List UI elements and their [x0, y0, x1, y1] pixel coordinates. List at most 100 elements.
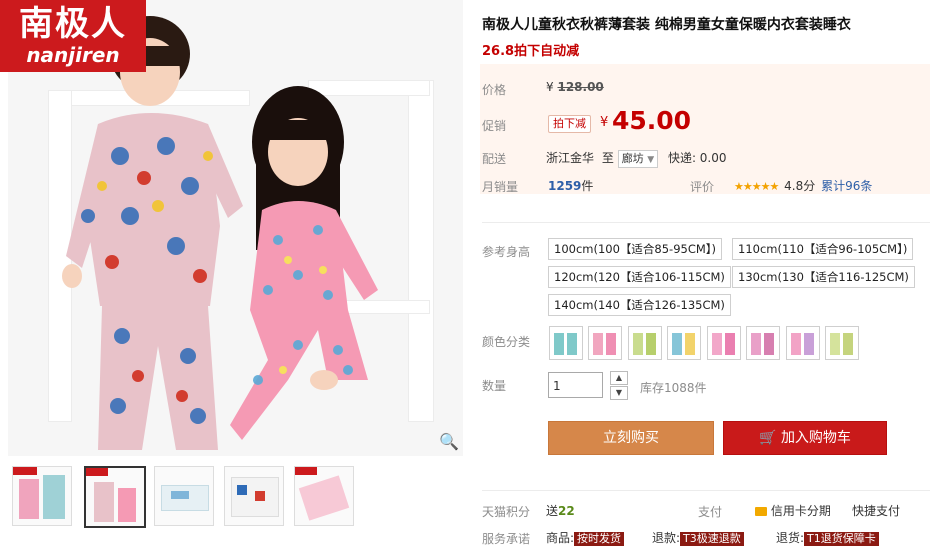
cart-icon: 🛒	[759, 430, 777, 446]
buy-now-button[interactable]: 立刻购买	[548, 421, 714, 455]
service-shipping-prefix: 商品:	[546, 531, 575, 545]
rating-stars-icon: ★★★★★	[734, 180, 779, 193]
service-badge: T3极速退款	[680, 532, 744, 546]
thumbnail-shape	[13, 467, 37, 475]
color-label: 颜色分类	[482, 335, 531, 349]
swatch-top	[751, 333, 761, 355]
swatch-bottom	[606, 333, 616, 355]
review-count-link[interactable]: 累计96条	[821, 179, 872, 193]
original-price: ¥ 128.00	[546, 80, 604, 94]
thumbnail[interactable]	[224, 466, 284, 526]
color-swatch[interactable]	[588, 326, 622, 360]
swatch-bottom	[725, 333, 735, 355]
service-label: 服务承诺	[482, 532, 531, 546]
size-option-130[interactable]: 130cm(130【适合116-125CM)	[732, 266, 915, 288]
promo-tag: 拍下减	[548, 115, 591, 133]
thumbnail-shape	[86, 468, 108, 476]
ship-from: 浙江金华	[546, 151, 595, 165]
swatch-bottom	[685, 333, 695, 355]
size-option-120[interactable]: 120cm(120【适合106-115CM)	[548, 266, 731, 288]
service-return: 退货: T1退货保障卡	[776, 529, 879, 546]
thumbnail-shape	[94, 482, 114, 522]
color-swatch[interactable]	[786, 326, 820, 360]
divider	[482, 490, 930, 491]
promo-label: 促销	[482, 119, 507, 133]
quantity-up-icon[interactable]: ▲	[610, 371, 628, 385]
swatch-bottom	[567, 333, 577, 355]
size-label: 参考身高	[482, 245, 531, 259]
quantity-down-icon[interactable]: ▼	[610, 386, 628, 400]
product-info: 南极人儿童秋衣秋裤薄套装 纯棉男童女童保暖内衣套装睡衣 26.8拍下自动减 价格…	[480, 0, 930, 552]
swatch-top	[593, 333, 603, 355]
size-option-110[interactable]: 110cm(110【适合96-105CM】)	[732, 238, 914, 260]
thumbnail[interactable]	[294, 466, 354, 526]
thumbnail-shape	[43, 475, 65, 519]
ship-to-word: 至	[601, 151, 614, 165]
product-title: 南极人儿童秋衣秋裤薄套装 纯棉男童女童保暖内衣套装睡衣	[482, 17, 851, 33]
product-gallery: 🔍 南极人 nanjiren	[0, 0, 465, 552]
swatch-top	[791, 333, 801, 355]
service-shipping: 商品: 按时发货	[546, 529, 625, 546]
rating-score: 4.8分	[784, 179, 816, 193]
monthly-sales: 1259件	[548, 177, 593, 194]
shipping-label: 配送	[482, 152, 507, 166]
size-option-140[interactable]: 140cm(140【适合126-135CM)	[548, 294, 731, 316]
thumbnail-shape	[298, 475, 350, 521]
brand-logo-en: nanjiren	[26, 43, 120, 67]
thumbnail-shape	[19, 479, 39, 519]
service-refund: 退款: T3极速退款	[652, 529, 744, 546]
color-swatch[interactable]	[825, 326, 859, 360]
monthly-sales-label: 月销量	[482, 180, 519, 194]
currency-symbol: ¥	[546, 80, 554, 94]
add-to-cart-label: 加入购物车	[780, 430, 851, 446]
stock-text: 库存1088件	[640, 381, 707, 395]
quantity-input[interactable]: 1	[548, 372, 603, 398]
color-swatch[interactable]	[707, 326, 741, 360]
credit-installment-label: 信用卡分期	[770, 504, 831, 518]
quick-pay[interactable]: 快捷支付	[852, 502, 900, 519]
thumbnail-shape	[295, 467, 317, 475]
thumbnail-shape	[171, 491, 189, 499]
service-refund-prefix: 退款:	[652, 531, 681, 545]
swatch-bottom	[843, 333, 853, 355]
sales-unit: 件	[581, 179, 594, 193]
points-prefix: 送	[546, 504, 559, 518]
promo-price: 45.00	[612, 106, 692, 135]
thumbnail-shape	[255, 491, 265, 501]
size-option-100[interactable]: 100cm(100【适合85-95CM】)	[548, 238, 723, 260]
color-swatch[interactable]	[549, 326, 583, 360]
ship-to-select[interactable]: 廊坊 ▼	[617, 150, 659, 168]
brand-logo: 南极人 nanjiren	[0, 0, 146, 72]
promo-currency: ¥	[600, 115, 609, 130]
color-swatch[interactable]	[746, 326, 780, 360]
pay-label: 支付	[698, 505, 723, 519]
swatch-bottom	[646, 333, 656, 355]
swatch-top	[672, 333, 682, 355]
chevron-down-icon: ▼	[647, 155, 655, 165]
swatch-top	[633, 333, 643, 355]
credit-installment[interactable]: 信用卡分期	[755, 502, 831, 519]
points-label: 天猫积分	[482, 505, 531, 519]
service-return-prefix: 退货:	[776, 531, 805, 545]
thumbnail[interactable]	[154, 466, 214, 526]
original-price-value: 128.00	[557, 80, 604, 94]
promo-text: 26.8拍下自动减	[482, 44, 580, 59]
divider	[482, 222, 930, 223]
thumbnail-selected[interactable]	[84, 466, 146, 528]
sales-count: 1259	[548, 179, 582, 193]
service-badge: 按时发货	[574, 532, 625, 546]
ship-to-value: 廊坊	[621, 152, 644, 165]
swatch-bottom	[804, 333, 814, 355]
points-info: 送22	[546, 502, 575, 519]
swatch-bottom	[764, 333, 774, 355]
thumbnail[interactable]	[12, 466, 72, 526]
brand-logo-cn: 南极人	[19, 4, 127, 44]
shipping-info: 浙江金华 至 廊坊 ▼ 快递: 0.00	[546, 149, 727, 168]
rating: ★★★★★ 4.8分 累计96条	[734, 177, 872, 194]
zoom-icon[interactable]: 🔍	[439, 432, 459, 452]
credit-card-icon	[755, 507, 767, 516]
add-to-cart-button[interactable]: 🛒 加入购物车	[723, 421, 887, 455]
points-value: 22	[558, 504, 575, 518]
color-swatch[interactable]	[667, 326, 701, 360]
color-swatch[interactable]	[628, 326, 662, 360]
